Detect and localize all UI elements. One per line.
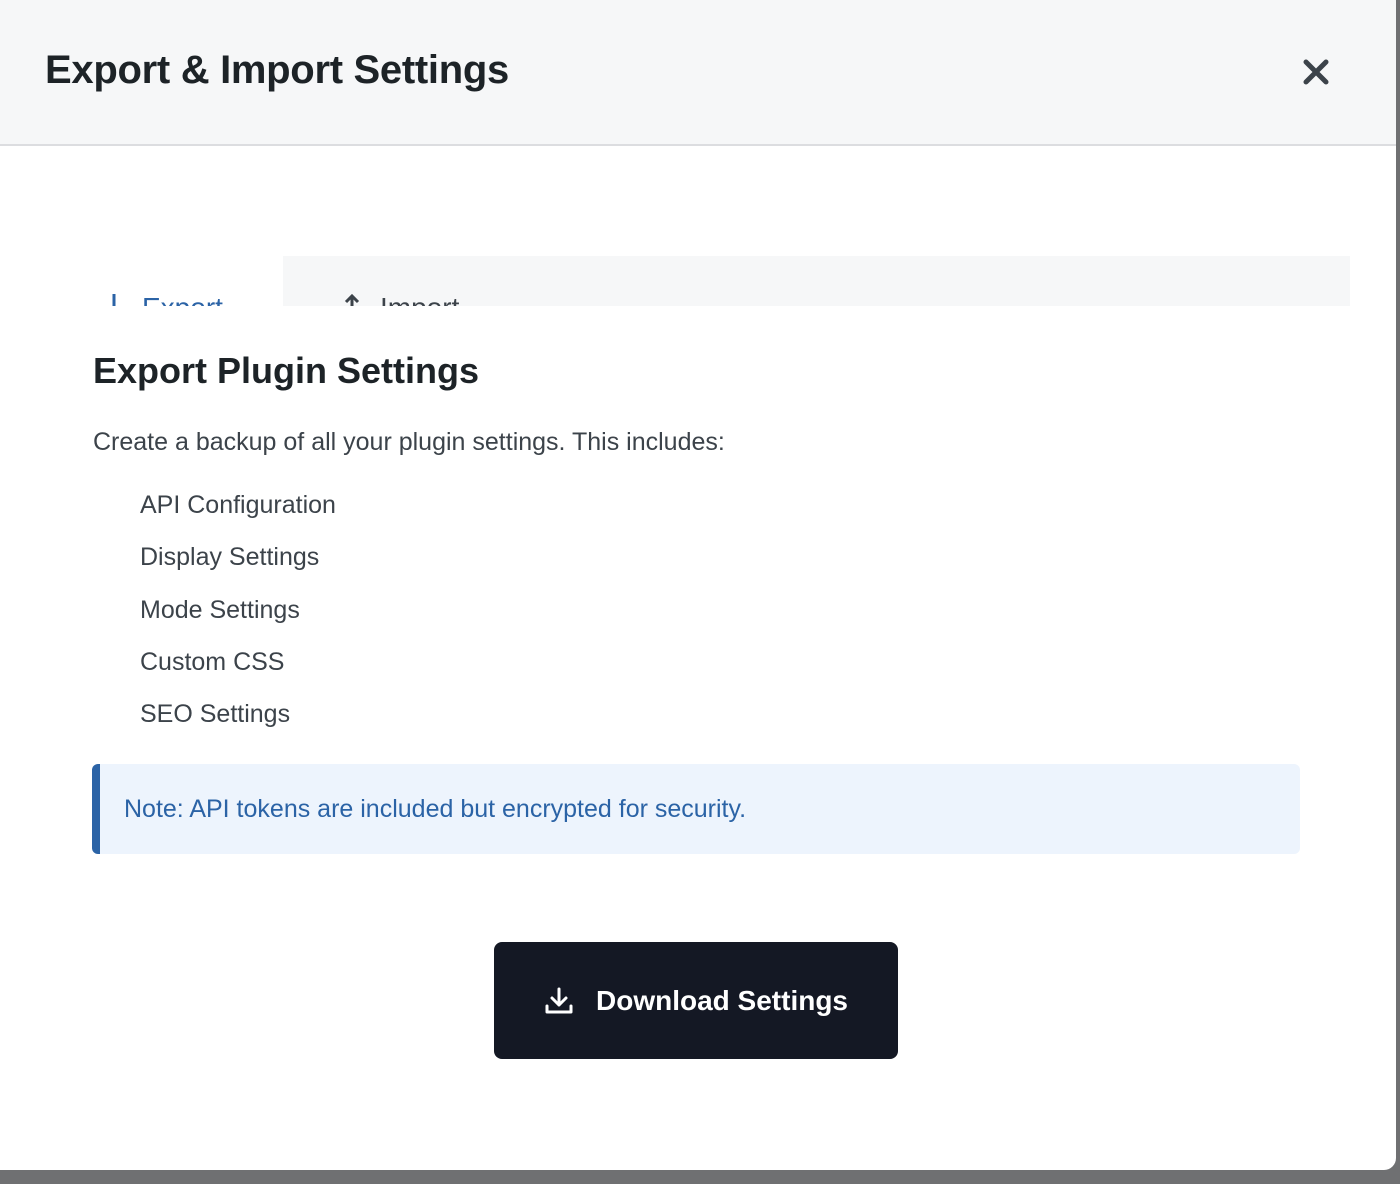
list-item: Mode Settings (140, 595, 300, 624)
download-icon (545, 987, 573, 1013)
download-settings-label: Download Settings (596, 984, 848, 1016)
close-icon (1303, 59, 1329, 85)
panel-title: Export Plugin Settings (93, 350, 480, 391)
export-import-dialog: Export & Import Settings Export Import E… (0, 0, 1396, 1170)
close-button[interactable] (1294, 50, 1338, 94)
list-item: SEO Settings (140, 700, 291, 729)
panel-intro: Create a backup of all your plugin setti… (93, 428, 725, 456)
security-note: Note: API tokens are included but encryp… (92, 764, 1300, 854)
download-settings-button[interactable]: Download Settings (494, 942, 898, 1059)
export-panel: Export Plugin Settings Create a backup o… (42, 306, 1350, 1170)
included-settings-list: API Configuration Display Settings Mode … (140, 488, 336, 749)
list-item: Display Settings (140, 543, 320, 572)
list-item: Custom CSS (140, 647, 285, 676)
dialog-title: Export & Import Settings (45, 48, 509, 92)
list-item: API Configuration (140, 491, 336, 519)
security-note-text: Note: API tokens are included but encryp… (124, 794, 747, 823)
dialog-header: Export & Import Settings (0, 0, 1396, 146)
